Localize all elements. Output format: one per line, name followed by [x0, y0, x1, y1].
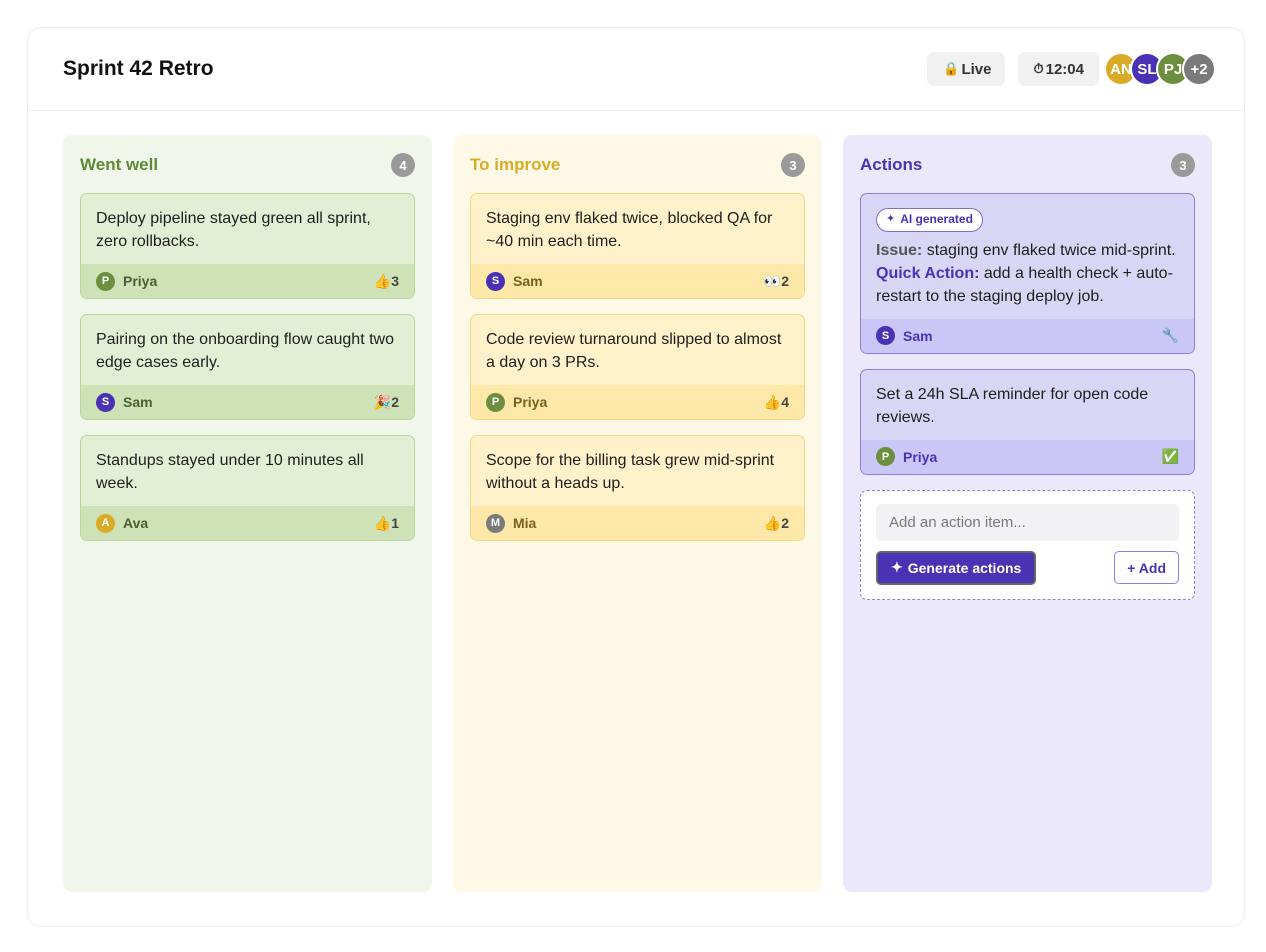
issue-line: Issue: staging env flaked twice mid-spri…	[876, 239, 1179, 262]
card-footer: S Sam 👀2	[471, 264, 804, 298]
ai-badge-label: AI generated	[900, 212, 973, 226]
author-name: Priya	[903, 448, 938, 465]
author-name: Sam	[123, 394, 153, 410]
column-title: Actions	[860, 155, 923, 174]
board-title: Sprint 42 Retro	[63, 57, 214, 80]
header-controls: 🔒 Live ⏱ 12:04 AN SL PJ +2	[927, 52, 1216, 86]
retro-card[interactable]: Standups stayed under 10 minutes all wee…	[80, 435, 415, 541]
column-title: To improve	[470, 155, 561, 174]
reaction-button[interactable]: 👍1	[374, 515, 399, 532]
ai-action-card[interactable]: ✦ AI generated Issue: staging env flaked…	[860, 193, 1195, 354]
card-footer: S Sam 🔧	[861, 318, 1194, 353]
action-composer: ✦ Generate actions + Add	[860, 489, 1195, 600]
add-action-button[interactable]: + Add	[1114, 551, 1179, 584]
issue-text: staging env flaked twice mid-sprint.	[922, 241, 1176, 259]
retro-card[interactable]: Pairing on the onboarding flow caught tw…	[80, 314, 415, 420]
reaction-button[interactable]: 👍2	[764, 515, 789, 532]
reaction-button[interactable]: 👍4	[764, 394, 789, 411]
timer-button[interactable]: ⏱ 12:04	[1018, 52, 1099, 86]
live-status-button[interactable]: 🔒 Live	[927, 52, 1006, 86]
column-to-improve: To improve 3 Staging env flaked twice, b…	[453, 135, 822, 892]
author-avatar: P	[486, 392, 505, 412]
card-footer: S Sam 🎉2	[81, 385, 414, 419]
card-footer: M Mia 👍2	[471, 506, 804, 540]
board-header: Sprint 42 Retro 🔒 Live ⏱ 12:04 AN SL PJ …	[28, 28, 1244, 111]
column-title: Went well	[80, 155, 159, 174]
generate-actions-label: Generate actions	[907, 559, 1022, 576]
author-name: Priya	[513, 394, 548, 410]
checkmark-icon[interactable]: ✅	[1162, 448, 1179, 465]
card-text: Staging env flaked twice, blocked QA for…	[486, 210, 773, 250]
author-name: Mia	[513, 515, 537, 531]
author-name: Sam	[513, 273, 543, 289]
card-text: Deploy pipeline stayed green all sprint,…	[96, 210, 371, 250]
card-text: Pairing on the onboarding flow caught tw…	[96, 331, 394, 371]
reaction-button[interactable]: 👍3	[374, 273, 399, 290]
column-header: Went well 4	[80, 152, 415, 178]
sparkle-icon: ✦	[891, 559, 903, 575]
generate-actions-button[interactable]: ✦ Generate actions	[876, 550, 1037, 585]
columns: Went well 4 Deploy pipeline stayed green…	[63, 135, 1212, 892]
issue-label: Issue:	[876, 241, 923, 259]
retro-board: Sprint 42 Retro 🔒 Live ⏱ 12:04 AN SL PJ …	[27, 27, 1245, 927]
reaction-button[interactable]: 🎉2	[374, 394, 399, 411]
card-footer: P Priya 👍4	[471, 385, 804, 419]
retro-card[interactable]: Deploy pipeline stayed green all sprint,…	[80, 193, 415, 299]
timer-value: 12:04	[1045, 60, 1084, 78]
retro-card[interactable]: Code review turnaround slipped to almost…	[470, 314, 805, 420]
retro-card[interactable]: Staging env flaked twice, blocked QA for…	[470, 193, 805, 299]
card-footer: P Priya ✅	[861, 439, 1194, 474]
lock-icon: 🔒	[943, 61, 960, 76]
stopwatch-icon: ⏱	[1033, 61, 1044, 76]
more-participants-avatar[interactable]: +2	[1182, 52, 1216, 86]
card-footer: A Ava 👍1	[81, 506, 414, 540]
retro-card[interactable]: Set a 24h SLA reminder for open code rev…	[860, 368, 1195, 475]
column-actions: Actions 3 ✦ AI generated Issue: staging …	[843, 135, 1212, 892]
card-text: Code review turnaround slipped to almost…	[486, 331, 782, 371]
column-header: Actions 3	[860, 152, 1195, 178]
author-avatar: S	[876, 326, 895, 345]
author-avatar: A	[96, 513, 115, 533]
author-name: Ava	[123, 515, 149, 531]
card-count-badge: 3	[781, 153, 805, 177]
sparkle-icon: ✦	[886, 213, 896, 225]
participant-avatars[interactable]: AN SL PJ +2	[1104, 52, 1216, 86]
author-name: Priya	[123, 273, 158, 289]
author-avatar: S	[486, 271, 505, 291]
author-avatar: P	[876, 447, 895, 466]
retro-card[interactable]: Scope for the billing task grew mid-spri…	[470, 435, 805, 541]
card-footer: P Priya 👍3	[81, 264, 414, 298]
author-avatar: M	[486, 513, 505, 533]
quick-action-line: Quick Action: add a health check + auto-…	[876, 262, 1179, 308]
ai-generated-badge: ✦ AI generated	[876, 207, 983, 232]
action-item-input[interactable]	[876, 503, 1179, 541]
card-count-badge: 4	[391, 153, 415, 177]
composer-buttons: ✦ Generate actions + Add	[876, 550, 1179, 585]
card-body: ✦ AI generated Issue: staging env flaked…	[861, 194, 1194, 319]
card-text: Set a 24h SLA reminder for open code rev…	[876, 385, 1149, 426]
card-text: Standups stayed under 10 minutes all wee…	[96, 452, 364, 492]
reaction-button[interactable]: 👀2	[764, 273, 789, 290]
quick-action-label: Quick Action:	[876, 264, 980, 282]
live-label: Live	[961, 60, 992, 78]
author-avatar: S	[96, 392, 115, 412]
column-header: To improve 3	[470, 152, 805, 178]
wrench-icon[interactable]: 🔧	[1162, 327, 1179, 344]
card-count-badge: 3	[1171, 153, 1195, 177]
column-went-well: Went well 4 Deploy pipeline stayed green…	[63, 135, 432, 892]
card-text: Scope for the billing task grew mid-spri…	[486, 452, 775, 492]
author-avatar: P	[96, 271, 115, 291]
author-name: Sam	[903, 327, 933, 344]
